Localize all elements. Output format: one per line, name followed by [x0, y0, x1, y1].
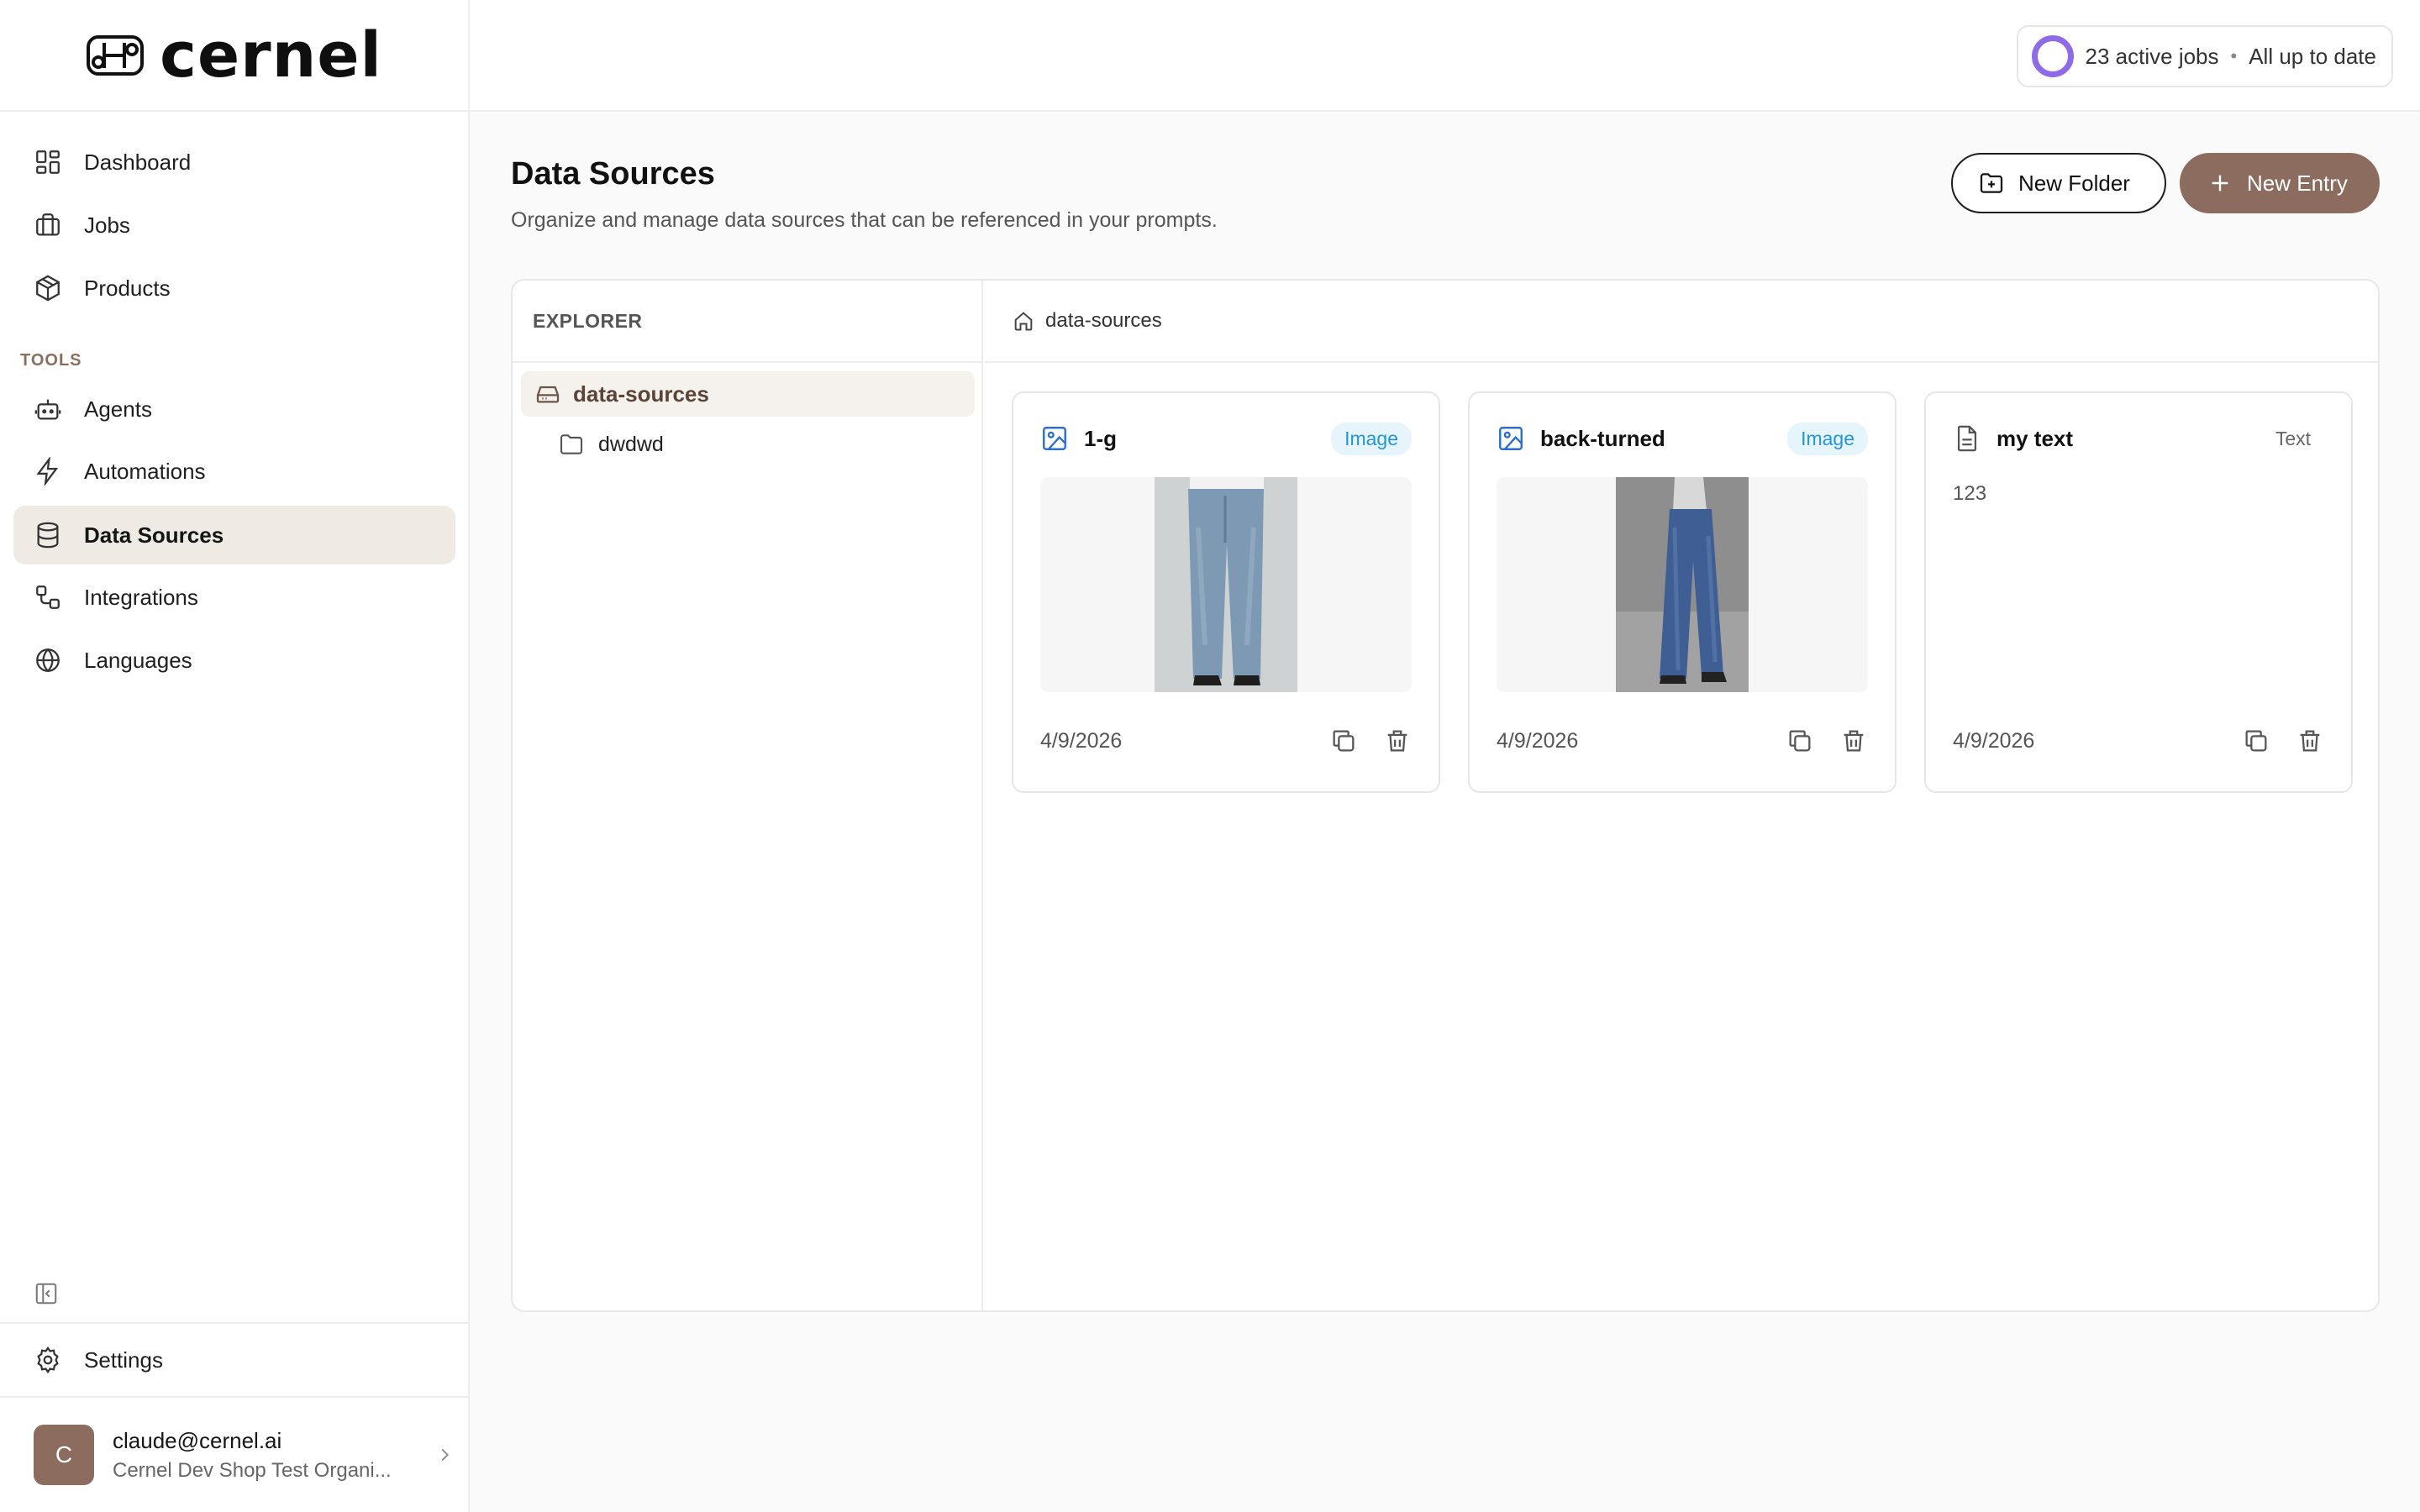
database-icon	[37, 522, 59, 549]
sidebar-item-languages[interactable]: Languages	[13, 631, 455, 690]
gear-icon	[37, 1346, 59, 1374]
sidebar-item-label: Agents	[84, 396, 152, 422]
breadcrumb-current[interactable]: data-sources	[1045, 309, 1162, 333]
image-icon	[1043, 427, 1066, 450]
cernel-logo-icon	[87, 34, 145, 76]
card-title: back-turned	[1540, 425, 1665, 451]
image-thumbnail[interactable]	[1040, 477, 1412, 692]
robot-icon	[34, 399, 61, 420]
card-footer: 4/9/2026	[1953, 724, 2324, 758]
breadcrumb: data-sources	[985, 281, 2378, 363]
tree-item-root[interactable]: data-sources	[521, 371, 975, 417]
sidebar-item-label: Data Sources	[84, 522, 224, 548]
active-jobs-count: 23 active jobs	[2085, 43, 2219, 69]
sidebar-item-label: Products	[84, 275, 171, 301]
document-icon	[1957, 425, 1977, 452]
card-footer: 4/9/2026	[1497, 724, 1868, 758]
sidebar-item-settings[interactable]: Settings	[0, 1322, 468, 1398]
topbar: 23 active jobs • All up to date	[470, 0, 2420, 112]
dashboard-icon	[36, 150, 60, 174]
card-title: 1-g	[1084, 425, 1117, 451]
type-badge: Image	[1787, 422, 1868, 455]
jeans-back-photo	[1616, 477, 1749, 692]
trash-icon[interactable]	[1383, 727, 1412, 755]
new-folder-button[interactable]: New Folder	[1951, 153, 2166, 213]
user-menu[interactable]: C claude@cernel.ai Cernel Dev Shop Test …	[0, 1398, 468, 1512]
folder-icon	[560, 434, 583, 454]
tree-folder-label: dwdwd	[598, 432, 664, 456]
new-entry-label: New Entry	[2247, 170, 2348, 196]
user-meta: claude@cernel.ai Cernel Dev Shop Test Or…	[113, 1428, 398, 1483]
sidebar-item-label: Dashboard	[84, 149, 192, 175]
trash-icon[interactable]	[2296, 727, 2324, 755]
plus-icon	[2212, 175, 2228, 192]
card-header: back-turned Image	[1497, 420, 1868, 457]
globe-icon	[36, 648, 60, 673]
user-email: claude@cernel.ai	[113, 1427, 282, 1453]
text-preview: 123	[1953, 482, 1987, 505]
type-badge: Image	[1331, 422, 1412, 455]
card-title: my text	[1996, 425, 2074, 451]
explorer: EXPLORER data-sources dwdwd	[513, 281, 983, 1310]
sidebar-item-automations[interactable]: Automations	[13, 442, 455, 501]
sidebar-item-integrations[interactable]: Integrations	[13, 568, 455, 627]
content-area: data-sources 1-g Image 4/9/2026 back-tur…	[985, 281, 2378, 1310]
trash-icon[interactable]	[1839, 727, 1868, 755]
card-date: 4/9/2026	[1953, 728, 2035, 753]
tools-section-label: TOOLS	[20, 351, 82, 370]
lightning-icon	[36, 457, 59, 486]
data-source-card-my-text[interactable]: my text Text 123 4/9/2026	[1924, 391, 2353, 793]
settings-label: Settings	[84, 1347, 163, 1373]
card-header: 1-g Image	[1040, 420, 1412, 457]
card-date: 4/9/2026	[1040, 728, 1123, 753]
chevron-right-icon	[441, 1448, 449, 1462]
sidebar-item-agents[interactable]: Agents	[13, 380, 455, 438]
image-thumbnail[interactable]	[1497, 477, 1868, 692]
sidebar: cernel Dashboard Jobs Products TOOLS Age…	[0, 0, 470, 1512]
jeans-front-photo	[1155, 477, 1297, 692]
copy-icon[interactable]	[1329, 727, 1358, 755]
integrations-icon	[36, 585, 60, 609]
active-jobs-indicator[interactable]: 23 active jobs • All up to date	[2016, 25, 2393, 87]
data-sources-panel: EXPLORER data-sources dwdwd data-sources…	[511, 279, 2380, 1312]
drive-icon	[536, 386, 560, 403]
tree-item-folder[interactable]: dwdwd	[558, 422, 664, 467]
user-org: Cernel Dev Shop Test Organi...	[113, 1458, 392, 1482]
box-icon	[36, 275, 60, 302]
separator: •	[2230, 45, 2238, 66]
sidebar-item-products[interactable]: Products	[13, 259, 455, 318]
new-folder-label: New Folder	[2018, 170, 2130, 196]
jobs-progress-ring-icon	[2031, 35, 2074, 77]
data-source-card-back-turned[interactable]: back-turned Image 4/9/2026	[1468, 391, 1897, 793]
explorer-heading: EXPLORER	[513, 281, 981, 363]
logo[interactable]: cernel	[0, 0, 468, 112]
sidebar-item-label: Automations	[84, 458, 206, 484]
page-subtitle: Organize and manage data sources that ca…	[511, 208, 1218, 232]
card-footer: 4/9/2026	[1040, 724, 1412, 758]
card-header: my text Text	[1953, 420, 2324, 457]
page-title: Data Sources	[511, 156, 715, 192]
brand-name: cernel	[160, 18, 382, 92]
image-icon	[1499, 427, 1523, 450]
briefcase-icon	[36, 213, 60, 236]
sidebar-item-label: Integrations	[84, 584, 198, 610]
sidebar-item-dashboard[interactable]: Dashboard	[13, 133, 455, 192]
copy-icon[interactable]	[1786, 727, 1814, 755]
copy-icon[interactable]	[2242, 727, 2270, 755]
sidebar-item-jobs[interactable]: Jobs	[13, 196, 455, 255]
tree-root-label: data-sources	[573, 381, 709, 407]
jobs-status: All up to date	[2249, 43, 2376, 69]
avatar: C	[34, 1425, 94, 1485]
sidebar-item-label: Languages	[84, 647, 192, 673]
folder-plus-icon	[1980, 173, 2003, 193]
collapse-sidebar-icon[interactable]	[34, 1281, 59, 1306]
data-source-card-1-g[interactable]: 1-g Image 4/9/2026	[1012, 391, 1440, 793]
card-date: 4/9/2026	[1497, 728, 1579, 753]
sidebar-item-data-sources[interactable]: Data Sources	[13, 506, 455, 564]
type-badge: Text	[2275, 427, 2311, 449]
home-icon[interactable]	[1012, 309, 1035, 333]
new-entry-button[interactable]: New Entry	[2180, 153, 2380, 213]
sidebar-item-label: Jobs	[84, 212, 130, 238]
